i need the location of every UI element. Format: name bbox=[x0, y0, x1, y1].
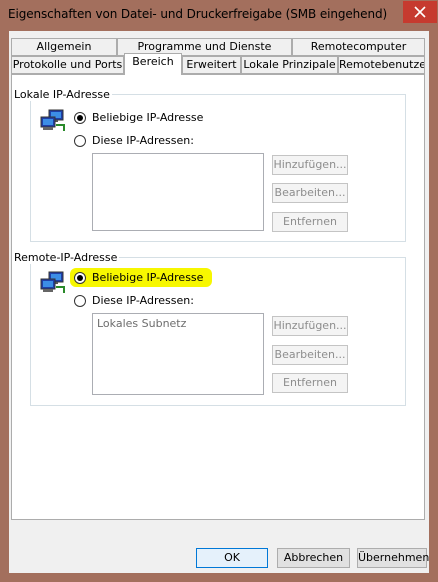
local-these-label: Diese IP-Adressen: bbox=[92, 134, 194, 147]
tab-bereich[interactable]: Bereich bbox=[124, 53, 182, 75]
cancel-button[interactable]: Abbrechen bbox=[277, 548, 350, 568]
tab-lokale-prinzipale[interactable]: Lokale Prinzipale bbox=[241, 56, 338, 74]
remote-any-radio[interactable] bbox=[74, 272, 86, 284]
remote-ip-list[interactable]: Lokales Subnetz bbox=[92, 313, 264, 395]
tab-remotebenutzer[interactable]: Remotebenutzer bbox=[338, 56, 425, 74]
tab-allgemein[interactable]: Allgemein bbox=[11, 38, 117, 56]
tab-panel-bereich: Lokale IP-Adresse Beliebige IP-Adresse D… bbox=[11, 74, 425, 520]
dialog-client-area: Allgemein Programme und Dienste Remoteco… bbox=[9, 31, 429, 573]
apply-button[interactable]: Übernehmen bbox=[357, 548, 429, 568]
local-edit-button[interactable]: Bearbeiten... bbox=[272, 183, 348, 203]
dialog-window: Eigenschaften von Datei- und Druckerfrei… bbox=[0, 0, 438, 582]
remote-ip-group-label: Remote-IP-Adresse bbox=[12, 251, 120, 264]
local-these-radio[interactable] bbox=[74, 135, 86, 147]
remote-any-label: Beliebige IP-Adresse bbox=[92, 271, 204, 284]
ok-button[interactable]: OK bbox=[196, 548, 268, 568]
remote-edit-button[interactable]: Bearbeiten... bbox=[272, 345, 348, 365]
local-ip-list[interactable] bbox=[92, 153, 264, 231]
tab-protokolle-und-ports[interactable]: Protokolle und Ports bbox=[11, 56, 124, 74]
close-icon bbox=[414, 6, 426, 18]
list-item[interactable]: Lokales Subnetz bbox=[97, 317, 186, 330]
window-title: Eigenschaften von Datei- und Druckerfrei… bbox=[8, 7, 388, 21]
local-any-label: Beliebige IP-Adresse bbox=[92, 111, 204, 124]
title-bar[interactable]: Eigenschaften von Datei- und Druckerfrei… bbox=[1, 1, 437, 30]
local-ip-group-label: Lokale IP-Adresse bbox=[12, 88, 112, 101]
local-any-radio[interactable] bbox=[74, 112, 86, 124]
remote-remove-button[interactable]: Entfernen bbox=[272, 373, 348, 393]
remote-these-label: Diese IP-Adressen: bbox=[92, 294, 194, 307]
tab-remotecomputer[interactable]: Remotecomputer bbox=[292, 38, 425, 56]
tab-erweitert[interactable]: Erweitert bbox=[182, 56, 241, 74]
close-button[interactable] bbox=[403, 1, 437, 23]
remote-add-button[interactable]: Hinzufügen... bbox=[272, 316, 348, 336]
remote-these-radio[interactable] bbox=[74, 295, 86, 307]
network-computers-icon bbox=[40, 271, 65, 293]
local-add-button[interactable]: Hinzufügen... bbox=[272, 155, 348, 175]
local-remove-button[interactable]: Entfernen bbox=[272, 212, 348, 232]
network-computers-icon bbox=[40, 109, 65, 131]
